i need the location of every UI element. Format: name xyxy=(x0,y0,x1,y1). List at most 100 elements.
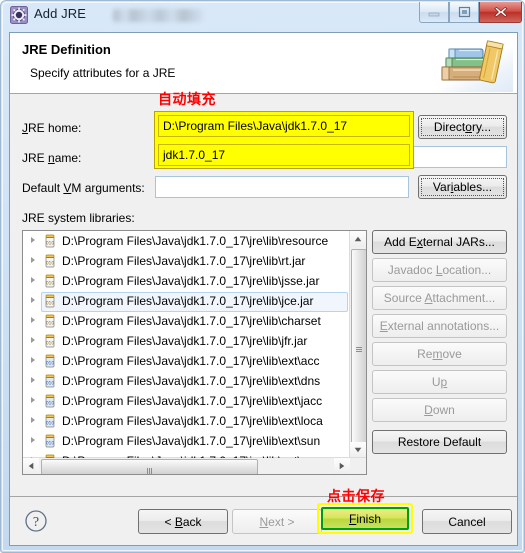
jar-icon: 010 xyxy=(43,294,57,308)
library-path-label: D:\Program Files\Java\jdk1.7.0_17\jre\li… xyxy=(62,434,321,448)
auto-fill-highlight-box: D:\Program Files\Java\jdk1.7.0_17 jdk1.7… xyxy=(154,111,414,169)
jar-icon: 010 xyxy=(43,234,57,248)
library-path-label: D:\Program Files\Java\jdk1.7.0_17\jre\li… xyxy=(62,254,306,268)
books-stack-icon xyxy=(431,33,513,92)
next-button: Next > xyxy=(232,509,322,534)
vertical-scroll-thumb[interactable] xyxy=(351,249,366,451)
expand-arrow-icon[interactable] xyxy=(31,357,35,363)
scroll-right-arrow-icon[interactable] xyxy=(334,458,350,474)
library-path-label: D:\Program Files\Java\jdk1.7.0_17\jre\li… xyxy=(62,314,321,328)
close-icon xyxy=(480,2,521,22)
library-list-item[interactable]: 010 D:\Program Files\Java\jdk1.7.0_17\jre… xyxy=(23,291,350,312)
title-bar: Add JRE xyxy=(1,1,525,29)
vm-arguments-input[interactable] xyxy=(155,176,409,198)
library-list-item[interactable]: 010 D:\Program Files\Java\jdk1.7.0_17\jre… xyxy=(23,231,350,251)
expand-arrow-icon[interactable] xyxy=(31,457,35,458)
side-button-restore-default[interactable]: Restore Default xyxy=(372,430,507,454)
scroll-left-arrow-icon[interactable] xyxy=(23,458,39,474)
svg-text:010: 010 xyxy=(46,300,54,305)
jar-icon: 010 xyxy=(43,274,57,288)
horizontal-scroll-thumb[interactable] xyxy=(41,459,258,474)
cancel-button-label: Cancel xyxy=(448,514,486,529)
expand-arrow-icon[interactable] xyxy=(31,417,35,423)
minimize-button[interactable] xyxy=(419,2,449,23)
expand-arrow-icon[interactable] xyxy=(31,437,35,443)
library-list-item[interactable]: 010 D:\Program Files\Java\jdk1.7.0_17\jre… xyxy=(23,311,350,331)
help-icon[interactable]: ? xyxy=(24,509,48,536)
next-button-label: Next > xyxy=(259,514,295,529)
scroll-down-arrow-icon[interactable] xyxy=(350,442,366,458)
library-list-item[interactable]: 010 D:\Program Files\Java\jdk1.7.0_17\jre… xyxy=(23,271,350,291)
jar-icon: 010 xyxy=(43,254,57,268)
auto-fill-annotation: 自动填充 xyxy=(158,92,216,108)
library-path-label: D:\Program Files\Java\jdk1.7.0_17\jre\li… xyxy=(62,234,329,248)
jre-system-libraries-list[interactable]: 010 D:\Program Files\Java\jdk1.7.0_17\jre… xyxy=(22,230,367,475)
finish-button-label: Finish xyxy=(348,511,382,526)
close-button[interactable] xyxy=(479,2,522,23)
wizard-footer: ? < Back Next > Cancel xyxy=(10,496,517,545)
window-title: Add JRE xyxy=(34,6,87,21)
library-path-label: D:\Program Files\Java\jdk1.7.0_17\jre\li… xyxy=(62,394,323,408)
library-list-horizontal-scrollbar[interactable] xyxy=(23,457,366,474)
expand-arrow-icon[interactable] xyxy=(31,397,35,403)
finish-button[interactable]: Finish xyxy=(321,507,409,530)
side-button-add-external-jars[interactable]: Add External JARs... xyxy=(372,230,507,254)
side-button-label: External annotations... xyxy=(379,319,500,333)
svg-text:010: 010 xyxy=(46,440,54,445)
side-button-label: Remove xyxy=(417,347,462,361)
maximize-button[interactable] xyxy=(449,2,479,23)
side-button-label: Up xyxy=(431,375,448,389)
library-list-item[interactable]: 010 D:\Program Files\Java\jdk1.7.0_17\jre… xyxy=(23,411,350,431)
svg-text:?: ? xyxy=(33,515,39,530)
svg-text:010: 010 xyxy=(46,320,54,325)
library-list-item[interactable]: 010 D:\Program Files\Java\jdk1.7.0_17\jre… xyxy=(23,251,350,271)
expand-arrow-icon[interactable] xyxy=(31,277,35,283)
jar-icon: 010 xyxy=(43,314,57,328)
hscroll-thumb-grip-icon xyxy=(146,464,153,474)
scroll-up-arrow-icon[interactable] xyxy=(350,231,366,247)
jar-ext-icon: 010 xyxy=(43,354,57,368)
jre-gear-icon xyxy=(10,6,28,24)
library-list-item[interactable]: 010 D:\Program Files\Java\jdk1.7.0_17\jre… xyxy=(23,391,350,411)
library-list-item[interactable]: 010 D:\Program Files\Java\jdk1.7.0_17\jre… xyxy=(23,351,350,371)
svg-text:010: 010 xyxy=(46,280,54,285)
expand-arrow-icon[interactable] xyxy=(31,257,35,263)
library-list-item[interactable]: 010 D:\Program Files\Java\jdk1.7.0_17\jre… xyxy=(23,331,350,351)
library-path-label: D:\Program Files\Java\jdk1.7.0_17\jre\li… xyxy=(62,334,308,348)
side-button-external-annotations: External annotations... xyxy=(372,314,507,338)
library-path-label: D:\Program Files\Java\jdk1.7.0_17\jre\li… xyxy=(62,374,321,388)
side-button-javadoc-location: Javadoc Location... xyxy=(372,258,507,282)
directory-button-label: Directory... xyxy=(433,120,492,134)
expand-arrow-icon[interactable] xyxy=(31,317,35,323)
variables-button[interactable]: Variables... xyxy=(418,175,507,199)
expand-arrow-icon[interactable] xyxy=(31,297,35,303)
dialog-content: JRE Definition Specify attributes for a … xyxy=(9,32,518,546)
back-button[interactable]: < Back xyxy=(138,509,228,534)
expand-arrow-icon[interactable] xyxy=(31,237,35,243)
side-button-label: Add External JARs... xyxy=(384,235,495,249)
vm-arguments-label: Default VM arguments: xyxy=(22,181,145,195)
library-list-item[interactable]: 010 D:\Program Files\Java\jdk1.7.0_17\jre… xyxy=(23,431,350,451)
page-subtitle: Specify attributes for a JRE xyxy=(30,66,176,80)
directory-button[interactable]: Directory... xyxy=(418,115,507,139)
jar-ext-icon: 010 xyxy=(43,454,57,458)
side-button-label: Source Attachment... xyxy=(383,291,496,305)
side-button-source-attachment: Source Attachment... xyxy=(372,286,507,310)
expand-arrow-icon[interactable] xyxy=(31,377,35,383)
svg-text:010: 010 xyxy=(46,360,54,365)
library-path-label: D:\Program Files\Java\jdk1.7.0_17\jre\li… xyxy=(62,414,323,428)
library-path-label: D:\Program Files\Java\jdk1.7.0_17\jre\li… xyxy=(62,354,320,368)
jar-ext-icon: 010 xyxy=(43,394,57,408)
add-jre-dialog-window: Add JRE JRE Definition Specify attribute… xyxy=(0,0,525,553)
svg-text:010: 010 xyxy=(46,400,54,405)
library-list-item[interactable]: 010 D:\Program Files\Java\jdk1.7.0_17\jre… xyxy=(23,371,350,391)
expand-arrow-icon[interactable] xyxy=(31,337,35,343)
page-title: JRE Definition xyxy=(22,42,111,57)
side-button-label: Down xyxy=(424,403,455,417)
library-list-viewport: 010 D:\Program Files\Java\jdk1.7.0_17\jre… xyxy=(23,231,350,458)
cancel-button[interactable]: Cancel xyxy=(422,509,512,534)
library-path-label: D:\Program Files\Java\jdk1.7.0_17\jre\li… xyxy=(62,451,320,458)
library-list-vertical-scrollbar[interactable] xyxy=(349,231,366,458)
library-path-label: D:\Program Files\Java\jdk1.7.0_17\jre\li… xyxy=(62,294,314,308)
library-list-item[interactable]: 010 D:\Program Files\Java\jdk1.7.0_17\jre… xyxy=(23,451,350,458)
